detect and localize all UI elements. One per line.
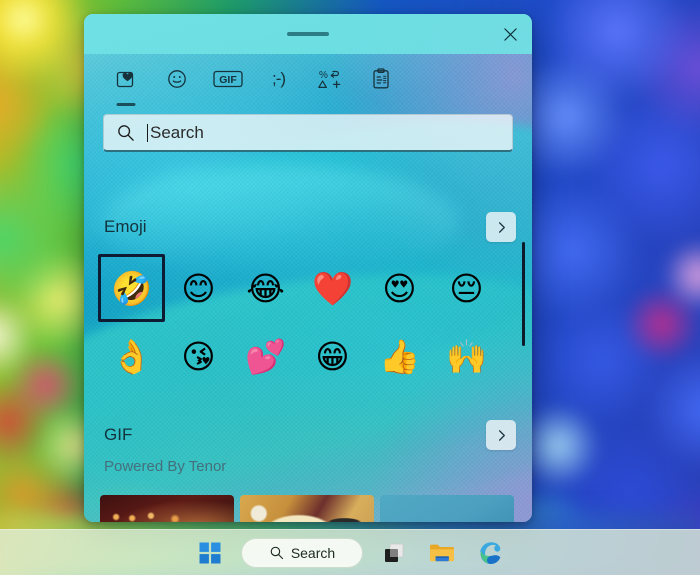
search-placeholder: Search — [150, 122, 204, 142]
task-view-button[interactable] — [377, 536, 411, 570]
emoji-section-header: Emoji — [84, 212, 532, 242]
emoji-grid: 🤣 😊 😂 ❤️ 😍 😔 👌 😘 💕 😁 👍 🙌 — [98, 254, 502, 390]
emoji-smiling-face-with-heart-eyes[interactable]: 😍 — [366, 254, 433, 322]
emoji-two-hearts[interactable]: 💕 — [232, 322, 299, 390]
tab-symbols[interactable]: % — [304, 58, 355, 100]
clipboard-icon — [372, 68, 389, 89]
gif-thumbnail-2[interactable] — [240, 495, 374, 522]
tab-gif[interactable]: GIF — [202, 58, 253, 100]
panel-scrollbar[interactable] — [522, 242, 525, 346]
task-view-icon — [385, 543, 404, 562]
emoji-ok-hand[interactable]: 👌 — [98, 322, 165, 390]
taskbar: Search — [0, 529, 700, 575]
tab-selected-indicator — [116, 103, 135, 106]
file-explorer-icon — [430, 544, 454, 561]
taskbar-search-button[interactable]: Search — [241, 537, 363, 568]
tab-kaomoji[interactable]: ;-) — [253, 58, 304, 100]
symbols-icon: % — [317, 70, 340, 89]
close-icon — [503, 27, 517, 41]
gif-thumbnail-1[interactable] — [100, 495, 234, 522]
svg-text:GIF: GIF — [219, 74, 237, 86]
emoji-picker-panel: GIF ;-) % Search Emoji 🤣 😊 😂 ❤️ 😍 😔 👌 😘 … — [84, 14, 532, 522]
gif-section-title: GIF — [104, 425, 133, 444]
tab-strip: GIF ;-) % — [84, 54, 532, 106]
emoji-smiling-face-with-smiling-eyes[interactable]: 😊 — [165, 254, 232, 322]
emoji-red-heart[interactable]: ❤️ — [299, 254, 366, 322]
svg-text:%: % — [319, 70, 328, 81]
gif-icon: GIF — [212, 70, 243, 88]
tab-recently-used[interactable] — [100, 58, 151, 106]
chevron-right-icon — [498, 221, 505, 233]
emoji-beaming-face-with-smiling-eyes[interactable]: 😁 — [299, 322, 366, 390]
chevron-right-icon — [498, 429, 505, 441]
tab-emoji[interactable] — [151, 58, 202, 100]
search-input[interactable]: Search — [103, 114, 513, 152]
emoji-thumbs-up[interactable]: 👍 — [366, 322, 433, 390]
search-icon — [270, 546, 283, 560]
microsoft-edge-icon — [480, 541, 501, 564]
heart-in-box-icon — [116, 71, 133, 88]
gif-section-header: GIF — [84, 420, 532, 450]
desktop: GIF ;-) % Search Emoji 🤣 😊 😂 ❤️ 😍 😔 👌 😘 … — [0, 0, 700, 575]
gif-section-more-button[interactable] — [486, 420, 516, 450]
tab-clipboard[interactable] — [355, 58, 406, 100]
microsoft-edge-button[interactable] — [473, 536, 507, 570]
gif-thumbnail-row — [100, 495, 514, 522]
text-cursor — [147, 123, 148, 142]
emoji-rolling-on-the-floor-laughing[interactable]: 🤣 — [98, 254, 165, 322]
windows-logo-icon — [199, 542, 221, 563]
emoji-raising-hands[interactable]: 🙌 — [433, 322, 500, 390]
kaomoji-icon: ;-) — [271, 69, 286, 88]
emoji-section-more-button[interactable] — [486, 212, 516, 242]
gif-section-subtitle: Powered By Tenor — [104, 458, 227, 475]
search-row: Search — [84, 114, 532, 152]
panel-title-bar[interactable] — [84, 14, 532, 54]
search-icon — [116, 123, 135, 142]
close-button[interactable] — [488, 14, 532, 54]
drag-handle[interactable] — [287, 32, 329, 36]
emoji-pensive-face[interactable]: 😔 — [433, 254, 500, 322]
emoji-face-with-tears-of-joy[interactable]: 😂 — [232, 254, 299, 322]
taskbar-search-label: Search — [290, 544, 336, 561]
smiley-face-icon — [167, 70, 186, 88]
file-explorer-button[interactable] — [425, 536, 459, 570]
gif-thumbnail-3[interactable] — [380, 495, 514, 522]
emoji-section-title: Emoji — [104, 217, 147, 236]
start-button[interactable] — [193, 536, 227, 570]
emoji-face-blowing-a-kiss[interactable]: 😘 — [165, 322, 232, 390]
